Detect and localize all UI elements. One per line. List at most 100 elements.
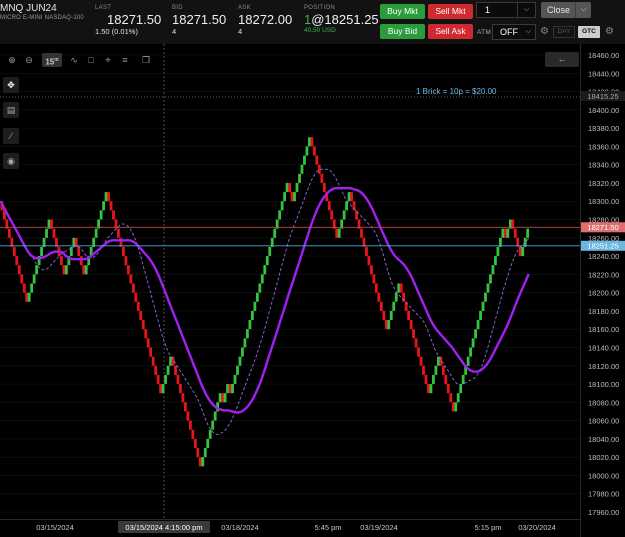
renko-brick (181, 393, 185, 403)
bid-size: 4 (172, 27, 177, 36)
price-tick-label: 18320.00 (588, 179, 619, 188)
renko-brick (434, 365, 438, 375)
renko-chart[interactable]: 17960.00 17980.00 18000.00 18020.00 18040.00… (0, 44, 625, 537)
renko-brick (241, 347, 244, 357)
renko-brick (191, 429, 195, 439)
renko-brick (521, 246, 525, 257)
renko-brick (491, 265, 495, 275)
renko-brick (136, 301, 140, 311)
renko-brick (104, 192, 108, 202)
renko-brick (226, 384, 229, 394)
draw-line-icon[interactable]: ∕ (3, 128, 19, 144)
last-price-tag-text: 18271.50 (587, 223, 618, 232)
chevron-down-icon[interactable]: ⌵ (517, 3, 535, 17)
price-tick-label: 18020.00 (588, 453, 619, 462)
chevron-down-icon: ⌵ (525, 28, 531, 35)
renko-brick (342, 210, 346, 220)
time-tick-label: 5:45 pm (314, 523, 341, 532)
brick-size-label: 1 Brick = 10p = $20.00 (416, 87, 497, 96)
renko-brick (469, 347, 473, 357)
close-position-button[interactable]: Close ⌵ (541, 2, 591, 18)
sell-ask-button[interactable]: Sell Ask (428, 24, 473, 39)
price-tick-label: 18160.00 (588, 325, 619, 334)
renko-brick (82, 265, 86, 275)
tif-gtc-button[interactable]: GTC (578, 26, 600, 38)
quantity-select[interactable]: 1 ⌵ (476, 2, 536, 18)
renko-brick (384, 320, 388, 330)
renko-brick (278, 210, 282, 220)
renko-brick (62, 265, 66, 275)
price-tick-label: 18060.00 (588, 417, 619, 426)
renko-brick (337, 228, 341, 238)
sell-market-button[interactable]: Sell Mkt (428, 4, 473, 19)
renko-brick (503, 228, 507, 238)
price-tick-label: 18360.00 (588, 142, 619, 151)
renko-brick (322, 182, 326, 193)
crosshair-icon[interactable]: ⌖ (101, 53, 115, 67)
zoom-in-icon[interactable]: ⊕ (5, 53, 19, 67)
renko-brick (265, 256, 269, 266)
renko-brick (22, 283, 26, 293)
notes-icon[interactable]: ▤ (3, 102, 19, 118)
pointer-icon[interactable]: ✥ (3, 77, 19, 93)
price-tick-label: 18440.00 (588, 69, 619, 78)
buy-market-button[interactable]: Buy Mkt (380, 4, 425, 19)
gear-icon[interactable]: ⚙ (605, 26, 614, 37)
time-tick-label: 03/18/2024 (221, 523, 259, 532)
instrument-symbol[interactable]: MNQ JUN24 (0, 3, 57, 14)
scroll-to-latest-button[interactable]: ← (545, 52, 579, 67)
renko-brick (422, 365, 425, 375)
renko-brick (320, 173, 324, 183)
chevron-down-icon[interactable]: ⌵ (575, 2, 591, 18)
renko-brick (193, 438, 197, 449)
gear-icon[interactable]: ⚙ (540, 26, 549, 37)
renko-brick (461, 374, 465, 385)
position-price: @18251.25 (311, 12, 379, 27)
renko-brick (273, 228, 277, 238)
renko-brick (417, 347, 420, 357)
renko-brick (397, 283, 401, 293)
renko-brick (94, 228, 98, 238)
renko-brick (107, 192, 110, 202)
price-tick-label: 18100.00 (588, 380, 619, 389)
renko-brick (161, 384, 165, 394)
atm-strategy-select[interactable]: OFF ⌵ (492, 24, 536, 40)
renko-brick (360, 228, 363, 238)
renko-brick (347, 192, 351, 202)
renko-brick (77, 246, 81, 257)
renko-brick (99, 210, 103, 220)
tif-day-button[interactable]: DAY (553, 26, 575, 38)
renko-brick (79, 256, 83, 266)
selection-icon[interactable]: □ (84, 53, 98, 67)
copy-icon[interactable]: ❐ (139, 53, 153, 67)
indicators-icon[interactable]: ≡ (118, 53, 132, 67)
renko-brick (186, 411, 190, 421)
arrow-left-icon: ← (557, 54, 567, 64)
renko-brick (432, 374, 435, 385)
bid-label: BID (172, 5, 183, 11)
renko-brick (15, 256, 19, 266)
renko-brick (144, 329, 148, 339)
renko-brick (179, 384, 182, 394)
lock-icon[interactable]: ◉ (3, 153, 19, 169)
renko-brick (446, 384, 450, 394)
renko-brick (300, 164, 304, 174)
renko-brick (196, 448, 200, 458)
renko-brick (305, 146, 309, 156)
renko-brick (427, 384, 430, 394)
renko-brick (64, 265, 68, 275)
line-chart-icon[interactable]: ∿ (67, 53, 81, 67)
price-tick-label: 18080.00 (588, 398, 619, 407)
price-tick-label: 18000.00 (588, 471, 619, 480)
zoom-out-icon[interactable]: ⊖ (22, 53, 36, 67)
renko-brick (526, 228, 530, 238)
timeframe-select[interactable]: 15m (42, 53, 62, 67)
buy-bid-button[interactable]: Buy Bid (380, 24, 425, 39)
renko-brick (486, 283, 490, 293)
renko-brick (231, 384, 234, 394)
renko-brick (409, 320, 413, 330)
renko-brick (246, 329, 249, 339)
renko-brick (208, 429, 212, 439)
renko-brick (139, 310, 143, 321)
renko-brick (394, 292, 398, 302)
